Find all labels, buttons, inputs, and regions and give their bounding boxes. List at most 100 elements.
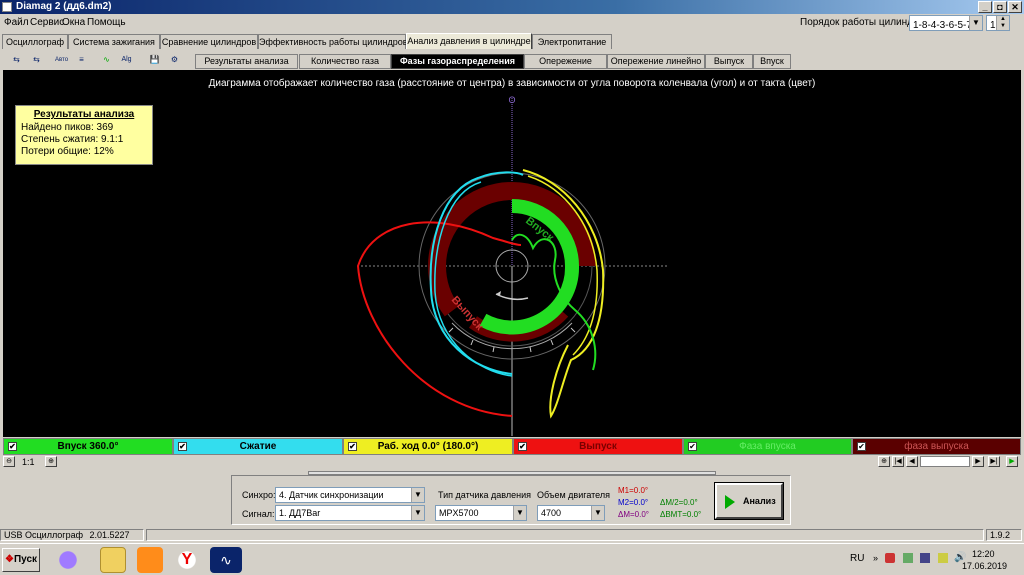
language-indicator[interactable]: RU	[850, 553, 864, 564]
chevron-down-icon: ▼	[513, 506, 526, 520]
spinner-icon[interactable]: ▲ ▼	[996, 16, 1009, 30]
checkbox-checked-icon[interactable]: ✔	[857, 442, 866, 451]
legend-compression-label: Сжатие	[239, 441, 277, 452]
checkbox-checked-icon[interactable]: ✔	[688, 442, 697, 451]
close-button[interactable]: ✕	[1008, 1, 1022, 13]
status-build: 1.9.2	[986, 529, 1022, 541]
checkbox-checked-icon[interactable]: ✔	[518, 442, 527, 451]
checkbox-checked-icon[interactable]: ✔	[8, 442, 17, 451]
tab-power[interactable]: Электропитание	[532, 34, 612, 49]
menu-bar: Файл Сервис Окна Помощь Порядок работы ц…	[0, 14, 1024, 32]
scale-icon[interactable]: ⇆	[28, 52, 45, 68]
taskbar: ❖Пуск Y ∿ RU » 🔊 12:20 17.06.2019	[0, 543, 1024, 575]
tab-oscilloscope[interactable]: Осциллограф	[2, 34, 68, 49]
legend-power[interactable]: ✔ Раб. ход 0.0° (180.0°)	[343, 438, 513, 455]
menu-windows[interactable]: Окна	[62, 17, 85, 28]
legend-bar: ✔ Впуск 360.0° ✔ Сжатие ✔ Раб. ход 0.0° (18…	[3, 438, 1021, 455]
save-icon[interactable]: 💾	[146, 52, 163, 68]
chevron-down-icon: ▼	[411, 488, 424, 502]
auto-icon[interactable]: Авто	[53, 52, 70, 68]
signal-select[interactable]: 1. ДД7Bar ▼	[275, 505, 425, 521]
media-player-icon[interactable]	[137, 547, 163, 573]
polar-diagram-panel[interactable]: Диаграмма отображает количество газа (ра…	[3, 70, 1021, 437]
start-button[interactable]: ❖Пуск	[2, 548, 40, 572]
menu-file[interactable]: Файл	[4, 17, 29, 28]
marker-dbmt: ΔВМТ=0.0°	[660, 510, 702, 519]
cylinder-order-select[interactable]: 1-8-4-3-6-5-7-2 ▼	[909, 15, 983, 31]
tdc-marker: O	[508, 95, 515, 105]
legend-exhaust-phase[interactable]: ✔ фаза выпуска	[852, 438, 1021, 455]
folder-icon[interactable]	[100, 547, 126, 573]
prev-page-icon[interactable]: ◀	[906, 456, 918, 467]
analyze-button[interactable]: Анализ	[714, 482, 784, 520]
subtab-advance-linear[interactable]: Опережение линейно	[607, 54, 705, 69]
zoom-out-icon[interactable]: ⊖	[3, 456, 15, 467]
zoom-level: 1:1	[22, 457, 35, 467]
sync-select[interactable]: 4. Датчик синхронизации ▼	[275, 487, 425, 503]
legend-inlet[interactable]: ✔ Впуск 360.0°	[3, 438, 173, 455]
chevron-down-icon: ▼	[591, 506, 604, 520]
clock-date[interactable]: 17.06.2019	[962, 561, 1007, 571]
subtab-exhaust[interactable]: Выпуск	[705, 54, 753, 69]
tray-usb-icon[interactable]	[903, 553, 913, 563]
tray-expand-icon[interactable]: »	[873, 553, 878, 563]
status-version: 2.01.5227	[89, 530, 130, 540]
settings-icon[interactable]: ⚙	[166, 52, 183, 68]
position-scrollbar[interactable]	[920, 456, 970, 467]
tray-flag-icon[interactable]	[920, 553, 930, 563]
zoom-in-icon[interactable]: ⊕	[878, 456, 890, 467]
legend-inlet-label: Впуск 360.0°	[57, 441, 119, 452]
subtab-results[interactable]: Результаты анализа	[195, 54, 298, 69]
algorithm-icon[interactable]: Alg	[118, 52, 135, 68]
tray-network-icon[interactable]	[885, 553, 895, 563]
tray-signal-icon[interactable]	[938, 553, 948, 563]
control-panel: Синхро: 4. Датчик синхронизации ▼ Сигнал:…	[231, 475, 791, 525]
legend-exhaust-label: Выпуск	[579, 441, 617, 452]
subtab-valve-timing[interactable]: Фазы газораспределения	[391, 54, 524, 69]
clock-time[interactable]: 12:20	[972, 549, 995, 559]
status-device: USB Осциллограф 2.01.5227	[0, 529, 144, 541]
start-label: Пуск	[13, 554, 38, 565]
tab-cylinder-efficiency[interactable]: Эффективность работы цилиндров	[258, 34, 408, 49]
next-page-icon[interactable]: ▶	[972, 456, 984, 467]
play-icon	[725, 495, 735, 509]
subtab-gas-amount[interactable]: Количество газа	[299, 54, 391, 69]
filter-icon[interactable]: ≡	[73, 52, 90, 68]
cylinder-count-value: 1	[990, 20, 996, 31]
sensor-type-label: Тип датчика давления	[438, 490, 532, 500]
play-icon[interactable]: ▶	[1006, 456, 1018, 467]
zoom-in-icon[interactable]: ⊕	[45, 456, 57, 467]
sync-icon[interactable]: ⇆	[8, 52, 25, 68]
tab-pressure-analysis[interactable]: Анализ давления в цилиндре	[406, 33, 532, 49]
minimize-button[interactable]: _	[978, 1, 992, 13]
last-page-icon[interactable]: ▶|	[988, 456, 1000, 467]
checkbox-checked-icon[interactable]: ✔	[178, 442, 187, 451]
menu-help[interactable]: Помощь	[87, 17, 126, 28]
legend-exhaust[interactable]: ✔ Выпуск	[513, 438, 683, 455]
menu-service[interactable]: Сервис	[30, 17, 64, 28]
subtab-inlet[interactable]: Впуск	[753, 54, 791, 69]
checkbox-checked-icon[interactable]: ✔	[348, 442, 357, 451]
legend-inlet-phase[interactable]: ✔ Фаза впуска	[683, 438, 852, 455]
exhaust-arc-label: Выпуск	[449, 294, 486, 333]
curve-icon[interactable]: ∿	[98, 52, 115, 68]
maximize-button[interactable]: ◘	[993, 1, 1007, 13]
tab-cylinder-compare[interactable]: Сравнение цилиндров	[160, 34, 258, 49]
diamag-app-icon[interactable]: ∿	[210, 547, 242, 573]
first-page-icon[interactable]: |◀	[892, 456, 904, 467]
legend-compression[interactable]: ✔ Сжатие	[173, 438, 343, 455]
yandex-browser-icon[interactable]: Y	[174, 547, 200, 573]
status-bar: USB Осциллограф 2.01.5227 1.9.2	[0, 528, 1024, 542]
chevron-down-icon: ▼	[969, 16, 982, 30]
tab-ignition[interactable]: Система зажигания	[68, 34, 160, 49]
legend-exhaust-phase-label: фаза выпуска	[904, 441, 969, 452]
subtab-advance[interactable]: Опережение	[524, 54, 607, 69]
windows-logo-icon: ❖	[4, 554, 14, 565]
polar-diagram: O Впуск Выпуск	[356, 95, 668, 436]
alice-icon[interactable]	[55, 547, 81, 573]
cylinder-count-spinner[interactable]: 1 ▲ ▼	[986, 15, 1010, 31]
engine-volume-select[interactable]: 4700 ▼	[537, 505, 605, 521]
signal-value: 1. ДД7Bar	[279, 508, 321, 518]
sensor-type-select[interactable]: MPX5700 ▼	[435, 505, 527, 521]
marker-m2: M2=0.0°	[618, 498, 649, 507]
